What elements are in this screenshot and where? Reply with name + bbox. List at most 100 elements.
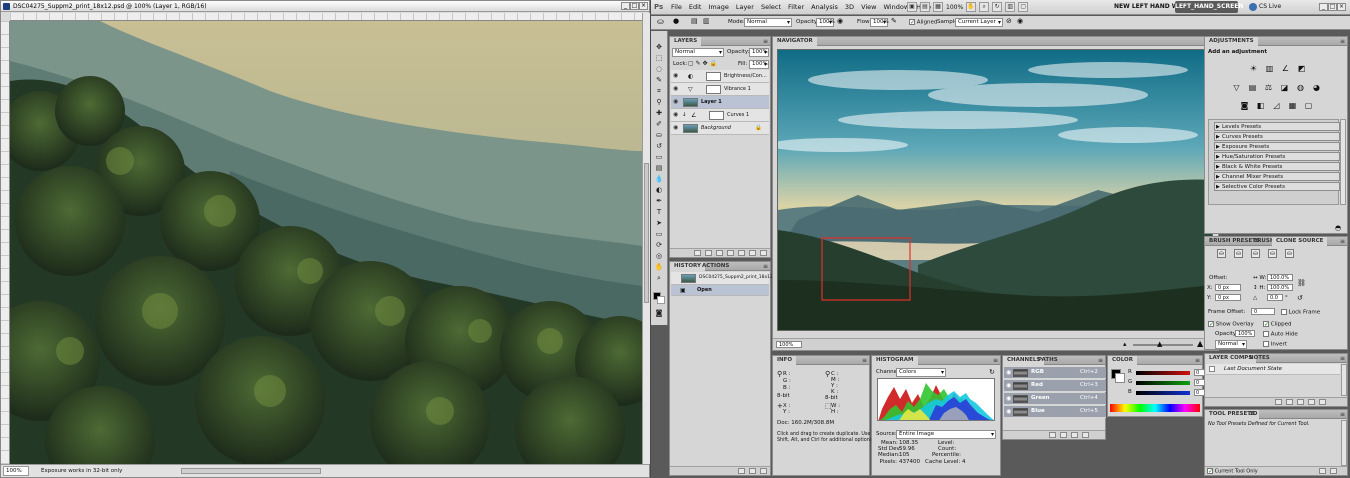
tab-notes[interactable]: NOTES [1245, 354, 1274, 363]
delete-state-icon[interactable] [760, 468, 767, 474]
airbrush-icon[interactable]: ✎ [891, 17, 897, 25]
cs-live-button[interactable]: CS Live [1249, 2, 1281, 12]
panel-menu-icon[interactable]: ≡ [993, 356, 998, 365]
apply-previous-comp-icon[interactable] [1275, 399, 1282, 405]
flow-input[interactable]: 100% [870, 18, 889, 27]
layer-name[interactable]: Brightness/Con... [724, 73, 767, 79]
gradient-tool-icon[interactable]: ▤ [654, 164, 664, 173]
threshold-icon[interactable]: ◿ [1272, 101, 1281, 110]
extras-icon[interactable]: ▦ [933, 2, 943, 12]
tab-paths[interactable]: PATHS [1034, 356, 1062, 365]
reset-transform-icon[interactable]: ↺ [1297, 294, 1303, 302]
menu-analysis[interactable]: Analysis [811, 3, 838, 11]
scroll-thumb[interactable] [644, 163, 649, 303]
document-canvas[interactable] [10, 21, 642, 464]
menu-file[interactable]: File [671, 3, 682, 11]
blur-tool-icon[interactable]: 💧 [654, 175, 664, 184]
new-channel-icon[interactable] [1071, 432, 1078, 438]
lasso-tool-icon[interactable]: ◌ [654, 65, 664, 74]
history-state[interactable]: ▣ Open [671, 285, 769, 296]
layer-comp-name[interactable]: Last Document State [1224, 366, 1282, 372]
add-mask-icon[interactable] [716, 250, 723, 256]
visibility-eye-icon[interactable]: ◉ [1006, 383, 1013, 389]
opacity-input[interactable]: 100% [816, 18, 835, 27]
zoom-slider-thumb[interactable]: ▲ [1157, 340, 1162, 348]
clip-adjustment-icon[interactable]: ◓ [1335, 224, 1341, 232]
visibility-eye-icon[interactable]: ◉ [673, 86, 680, 92]
layer-row-selected[interactable]: ◉ Layer 1 [671, 96, 769, 109]
black-white-icon[interactable]: ◪ [1280, 83, 1289, 92]
layer-row[interactable]: ◉ ▽ Vibrance 1 [671, 83, 769, 96]
rotation-input[interactable]: 0.0 [1267, 294, 1283, 301]
visibility-eye-icon[interactable]: ◉ [673, 99, 680, 105]
crop-tool-icon[interactable]: ⌗ [654, 87, 664, 96]
menu-window[interactable]: Window [884, 3, 910, 11]
bridge-icon[interactable]: ▣ [907, 2, 917, 12]
visibility-eye-icon[interactable]: ◉ [673, 73, 680, 79]
toggle-brush-panel-icon[interactable]: ▤ [691, 17, 698, 25]
new-snapshot-icon[interactable] [749, 468, 756, 474]
pressure-opacity-icon[interactable]: ◉ [837, 17, 843, 25]
lock-icons[interactable]: ▢ ✎ ✥ 🔒 [688, 60, 717, 67]
visibility-eye-icon[interactable]: ◉ [1006, 409, 1013, 415]
app-close-button[interactable]: × [1337, 3, 1346, 11]
clone-stamp-preset-icon[interactable]: ⛀ [657, 17, 664, 26]
layer-name[interactable]: Layer 1 [701, 99, 722, 105]
blue-slider[interactable] [1136, 391, 1190, 395]
clone-source-3-icon[interactable]: ⛀ [1251, 249, 1260, 258]
toggle-clone-source-icon[interactable]: ▥ [703, 17, 710, 25]
visibility-eye-icon[interactable]: ◉ [673, 112, 680, 118]
presets-scrollbar[interactable] [1340, 119, 1346, 205]
menu-view[interactable]: View [861, 3, 876, 11]
pressure-size-icon[interactable]: ◉ [1017, 17, 1023, 25]
channel-row[interactable]: ◉ RGB Ctrl+2 [1004, 367, 1106, 379]
frame-offset-input[interactable]: 0 [1251, 308, 1275, 315]
dodge-tool-icon[interactable]: ◐ [654, 186, 664, 195]
zoom-slider[interactable] [1133, 344, 1193, 346]
visibility-eye-icon[interactable]: ◉ [673, 125, 680, 131]
rotate-view-icon[interactable]: ↻ [992, 2, 1003, 12]
layer-row[interactable]: ◉ ↓ ∠ Curves 1 [671, 109, 769, 122]
channel-row[interactable]: ◉ Red Ctrl+3 [1004, 380, 1106, 392]
path-select-tool-icon[interactable]: ➤ [654, 219, 664, 228]
layer-thumbnail[interactable] [683, 124, 698, 133]
app-restore-button[interactable]: □ [1328, 3, 1337, 11]
navigator-zoom-field[interactable]: 100% [776, 341, 802, 348]
show-overlay-toggle[interactable]: ✓ Show Overlay [1208, 321, 1254, 328]
doc-status-text[interactable]: Exposure works in 32-bit only [41, 465, 122, 477]
width-scale-input[interactable]: 100.0% [1267, 274, 1293, 281]
auto-hide-checkbox[interactable] [1263, 331, 1269, 337]
delete-layer-icon[interactable] [760, 250, 767, 256]
invert-toggle[interactable]: Invert [1263, 341, 1287, 348]
overlay-opacity-input[interactable]: 100% [1235, 330, 1255, 337]
preset-black-white[interactable]: Black & White Presets [1214, 162, 1340, 171]
invert-checkbox[interactable] [1263, 341, 1269, 347]
current-tool-only-toggle[interactable]: ✓ Current Tool Only [1207, 468, 1258, 475]
layer-opacity-input[interactable]: 100% [749, 48, 769, 57]
tab-color[interactable]: COLOR [1108, 356, 1137, 365]
panel-menu-icon[interactable]: ≡ [1340, 410, 1345, 419]
move-tool-icon[interactable]: ✥ [654, 43, 664, 52]
new-document-from-state-icon[interactable] [738, 468, 745, 474]
layer-comp-row[interactable]: Last Document State [1206, 364, 1340, 375]
mode-select[interactable]: Normal [744, 18, 792, 27]
aligned-toggle[interactable]: ✓ Aligned [909, 19, 937, 26]
layer-mask-thumbnail[interactable] [706, 85, 721, 94]
source-select[interactable]: Entire Image [896, 430, 996, 439]
auto-hide-toggle[interactable]: Auto Hide [1263, 331, 1298, 338]
horizontal-scrollbar[interactable] [181, 468, 321, 474]
refresh-icon[interactable]: ↻ [989, 368, 995, 376]
ignore-adjustment-layers-icon[interactable]: ⊘ [1006, 17, 1012, 25]
3d-orbit-tool-icon[interactable]: ◎ [654, 252, 664, 261]
color-background-swatch[interactable] [1115, 373, 1125, 383]
preset-selective-color[interactable]: Selective Color Presets [1214, 182, 1340, 191]
preset-channel-mixer[interactable]: Channel Mixer Presets [1214, 172, 1340, 181]
arrange-documents-icon[interactable]: ▥ [1005, 2, 1016, 12]
offset-x-input[interactable]: 0 px [1215, 284, 1241, 291]
overlay-mode-select[interactable]: Normal [1215, 340, 1247, 349]
layer-mask-thumbnail[interactable] [709, 111, 724, 120]
channel-mixer-icon[interactable]: ◕ [1312, 83, 1321, 92]
hand-tool-icon[interactable]: ✋ [966, 2, 977, 12]
tab-3d[interactable]: 3D [1245, 410, 1261, 419]
marquee-tool-icon[interactable]: ⬚ [654, 54, 664, 63]
